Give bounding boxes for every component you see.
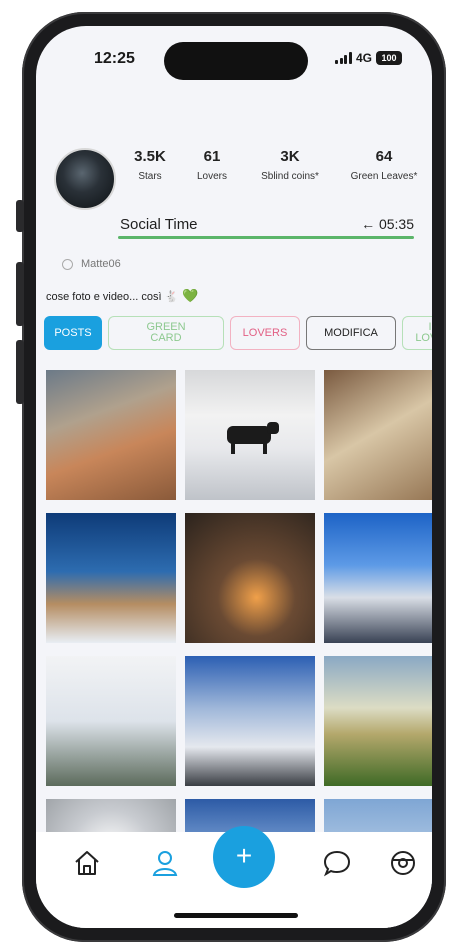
battery-icon: 100 (376, 51, 402, 65)
username: Matte06 (81, 258, 121, 270)
stat-value: 64 (375, 148, 393, 165)
stat-sblind-coins[interactable]: 3K Sblind coins* (246, 148, 334, 182)
bottom-tab-bar: + (36, 826, 432, 928)
bio-text: cose foto e video... così 🐇 (46, 290, 179, 303)
social-time-label: Social Time (120, 216, 198, 233)
stat-lovers[interactable]: 61 Lovers (182, 148, 242, 182)
stat-green-leaves[interactable]: 64 Green Leaves* (340, 148, 428, 182)
mute-switch (16, 200, 24, 232)
stat-label: Stars (138, 171, 162, 182)
tab-green-card[interactable]: GREEN CARD (108, 316, 224, 350)
photo-thumbnail[interactable] (185, 370, 315, 500)
social-time-bar (118, 236, 414, 239)
stat-value: 61 (203, 148, 221, 165)
photo-thumbnail[interactable] (324, 656, 432, 786)
profile-icon[interactable] (150, 848, 180, 878)
tab-i-love[interactable]: I LOVE (402, 316, 432, 350)
signal-icon (335, 52, 352, 64)
status-indicators: 4G 100 (335, 51, 402, 65)
home-indicator (174, 913, 298, 918)
stat-label: Lovers (196, 171, 227, 182)
photo-thumbnail[interactable] (46, 370, 176, 500)
photo-thumbnail[interactable] (46, 513, 176, 643)
stat-value: 3K (280, 148, 300, 165)
avatar[interactable] (54, 148, 116, 210)
tab-posts[interactable]: POSTS (44, 316, 102, 350)
tab-modifica[interactable]: MODIFICA (306, 316, 396, 350)
add-button[interactable]: + (213, 826, 275, 888)
home-icon[interactable] (72, 848, 102, 878)
app-screen: 12:25 4G 100 3.5K Stars 61 Lovers 3K Sbl… (36, 26, 432, 928)
bio: cose foto e video... così 🐇 💚 (46, 288, 199, 304)
cow-silhouette (227, 422, 279, 454)
stat-label: Sblind coins* (261, 171, 319, 182)
stat-value: 3.5K (134, 148, 166, 165)
stat-label: Green Leaves* (350, 171, 418, 182)
photo-thumbnail[interactable] (185, 513, 315, 643)
volume-down-button (16, 340, 24, 404)
green-heart-icon: 💚 (182, 288, 199, 303)
status-bar: 12:25 4G 100 (36, 26, 432, 84)
photo-thumbnail[interactable] (46, 656, 176, 786)
photo-thumbnail[interactable] (324, 513, 432, 643)
username-row: Matte06 (62, 258, 121, 270)
tab-lovers[interactable]: LOVERS (230, 316, 300, 350)
stat-stars[interactable]: 3.5K Stars (120, 148, 180, 182)
chat-icon[interactable] (322, 848, 352, 878)
explore-icon[interactable] (388, 848, 418, 878)
phone-frame: 12:25 4G 100 3.5K Stars 61 Lovers 3K Sbl… (22, 12, 446, 942)
photo-thumbnail[interactable] (185, 656, 315, 786)
profile-tabs: POSTS GREEN CARD LOVERS MODIFICA I LOVE (44, 316, 432, 354)
photo-thumbnail[interactable] (324, 370, 432, 500)
status-time: 12:25 (94, 50, 135, 67)
dynamic-island (164, 42, 308, 80)
network-type: 4G (355, 51, 372, 65)
volume-up-button (16, 262, 24, 326)
social-time-value: ← 05:35 (361, 216, 414, 232)
user-status-icon (62, 258, 73, 270)
